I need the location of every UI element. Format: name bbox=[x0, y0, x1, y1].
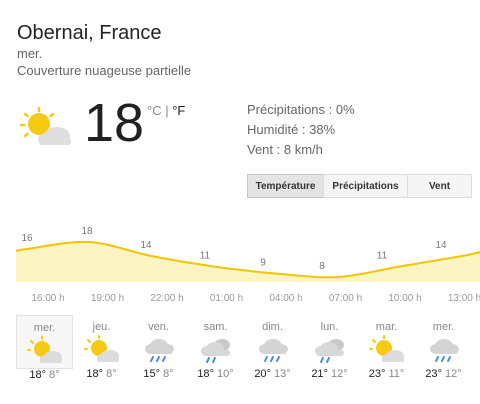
forecast-temps: 18° 10° bbox=[187, 368, 244, 380]
forecast-high: 23 bbox=[368, 368, 381, 380]
location-title: Obernai, France bbox=[17, 22, 162, 44]
temperature-area bbox=[16, 241, 480, 282]
x-tick-label: 13:00 h bbox=[448, 293, 480, 304]
forecast-day-name: mer. bbox=[33, 322, 56, 334]
degree-symbol: ° bbox=[266, 368, 271, 380]
rain-icon bbox=[144, 339, 174, 362]
forecast-day[interactable]: mer. 23° 12° bbox=[415, 315, 472, 380]
data-label: 11 bbox=[377, 251, 388, 262]
weather-details: Précipitations : 0% Humidité : 38% Vent … bbox=[247, 100, 355, 160]
rain-cloud-icon bbox=[314, 339, 344, 363]
data-label: 11 bbox=[200, 251, 211, 262]
forecast-day-name: mar. bbox=[375, 321, 398, 333]
forecast-day[interactable]: mar. 23° 11° bbox=[358, 315, 415, 380]
forecast-low: 12 bbox=[331, 368, 344, 380]
forecast-day[interactable]: jeu. 18° 8° bbox=[73, 315, 130, 380]
rain-cloud-icon bbox=[200, 339, 230, 363]
tab-wind[interactable]: Vent bbox=[407, 174, 472, 198]
forecast-high: 20 bbox=[254, 368, 267, 380]
forecast-high: 18 bbox=[29, 369, 42, 381]
degree-symbol: ° bbox=[399, 368, 405, 380]
x-tick-label: 19:00 h bbox=[91, 293, 124, 304]
data-label: 18 bbox=[81, 226, 93, 237]
partly-cloudy-icon bbox=[26, 336, 62, 363]
forecast-day-name: sam. bbox=[203, 321, 228, 333]
forecast-high: 21 bbox=[311, 368, 324, 380]
tab-temperature[interactable]: Température bbox=[247, 174, 324, 198]
forecast-temps: 21° 12° bbox=[301, 368, 358, 380]
forecast-low: 12 bbox=[445, 368, 458, 380]
x-tick-label: 22:00 h bbox=[150, 293, 183, 304]
precipitation-detail: Précipitations : 0% bbox=[247, 102, 355, 117]
degree-symbol: ° bbox=[41, 369, 47, 381]
x-tick-label: 04:00 h bbox=[269, 293, 302, 304]
unit-celsius[interactable]: °C bbox=[147, 103, 162, 118]
degree-symbol: ° bbox=[437, 368, 442, 380]
x-tick-label: 07:00 h bbox=[329, 293, 362, 304]
forecast-high: 18 bbox=[197, 368, 210, 380]
wind-detail: Vent : 8 km/h bbox=[247, 142, 323, 157]
weather-condition: Couverture nuageuse partielle bbox=[17, 63, 192, 78]
degree-symbol: ° bbox=[98, 368, 104, 380]
data-label: 16 bbox=[21, 233, 33, 244]
forecast-high: 23 bbox=[425, 368, 438, 380]
forecast-temps: 20° 13° bbox=[244, 368, 301, 380]
forecast-day-name: lun. bbox=[320, 321, 339, 333]
current-day: mer. bbox=[17, 46, 43, 61]
forecast-high: 18 bbox=[86, 368, 99, 380]
forecast-low: 13 bbox=[274, 368, 287, 380]
data-label: 8 bbox=[319, 261, 325, 272]
degree-symbol: ° bbox=[343, 368, 348, 380]
rain-icon bbox=[429, 339, 459, 362]
degree-symbol: ° bbox=[286, 368, 291, 380]
chart-tabs: Température Précipitations Vent bbox=[247, 174, 472, 198]
forecast-day-name: mer. bbox=[432, 321, 455, 333]
forecast-day[interactable]: sam. 18° 10° bbox=[187, 315, 244, 380]
current-temperature: 18 bbox=[84, 93, 145, 153]
forecast-temps: 15° 8° bbox=[130, 368, 187, 380]
x-tick-label: 16:00 h bbox=[31, 293, 64, 304]
forecast-day-name: jeu. bbox=[92, 321, 111, 333]
forecast-temps: 18° 8° bbox=[17, 369, 72, 381]
x-tick-label: 01:00 h bbox=[210, 293, 243, 304]
forecast-temps: 18° 8° bbox=[73, 368, 130, 380]
forecast-day[interactable]: dim. 20° 13° bbox=[244, 315, 301, 380]
humidity-detail: Humidité : 38% bbox=[247, 122, 336, 137]
degree-symbol: ° bbox=[380, 368, 386, 380]
partly-cloudy-icon bbox=[19, 106, 71, 145]
forecast-low: 10 bbox=[217, 368, 230, 380]
forecast-day-name: ven. bbox=[148, 321, 169, 333]
partly-cloudy-icon bbox=[83, 335, 119, 362]
unit-toggle: °C | °F bbox=[147, 103, 185, 118]
x-tick-label: 10:00 h bbox=[388, 293, 421, 304]
degree-symbol: ° bbox=[229, 368, 234, 380]
data-label: 14 bbox=[140, 240, 152, 251]
forecast-day[interactable]: lun. 21° 12° bbox=[301, 315, 358, 380]
forecast-low: 11 bbox=[388, 368, 400, 380]
degree-symbol: ° bbox=[155, 368, 161, 380]
rain-icon bbox=[258, 339, 288, 362]
degree-symbol: ° bbox=[209, 368, 214, 380]
daily-forecast: mer. 18° 8° jeu. 18° 8° ven. 15° 8° sam. 18° 10… bbox=[16, 315, 472, 381]
degree-symbol: ° bbox=[112, 368, 117, 380]
partly-cloudy-icon bbox=[368, 335, 404, 362]
degree-symbol: ° bbox=[323, 368, 328, 380]
forecast-high: 15 bbox=[143, 368, 156, 380]
temperature-chart: 16 16:00 h 18 19:00 h 14 22:00 h 11 01:00 h 9 04:… bbox=[15, 226, 480, 304]
forecast-temps: 23° 12° bbox=[415, 368, 472, 380]
data-label: 14 bbox=[435, 240, 447, 251]
forecast-day[interactable]: mer. 18° 8° bbox=[16, 315, 73, 381]
forecast-day-name: dim. bbox=[262, 321, 283, 333]
unit-fahrenheit[interactable]: °F bbox=[172, 103, 185, 118]
unit-separator: | bbox=[161, 103, 173, 118]
data-label: 9 bbox=[260, 258, 266, 269]
tab-precipitation[interactable]: Précipitations bbox=[323, 174, 408, 198]
degree-symbol: ° bbox=[55, 369, 60, 381]
forecast-temps: 23° 11° bbox=[358, 368, 415, 380]
forecast-day[interactable]: ven. 15° 8° bbox=[130, 315, 187, 380]
degree-symbol: ° bbox=[457, 368, 462, 380]
degree-symbol: ° bbox=[169, 368, 174, 380]
